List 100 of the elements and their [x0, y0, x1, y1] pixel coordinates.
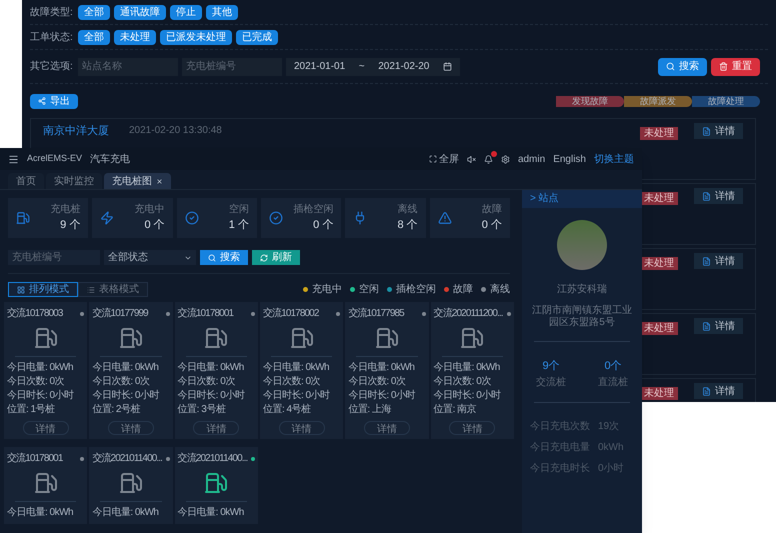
charger-title: 交流10178001	[7, 453, 62, 465]
detail-button[interactable]: 详情	[22, 421, 69, 435]
charger-stat: 今日时长: 0小时	[263, 389, 331, 403]
filter-chip[interactable]: 全部	[78, 4, 110, 20]
grid-icon	[17, 286, 25, 294]
fullscreen-button[interactable]: 全屏	[428, 152, 459, 166]
filter-chip[interactable]: 停止	[170, 4, 202, 20]
detail-button[interactable]: 详情	[694, 318, 743, 334]
refresh-button[interactable]: 刷新	[252, 250, 300, 265]
filter-label: 故障类型:	[30, 6, 74, 20]
charger-title: 交流2021011400...	[178, 453, 248, 465]
today-label: 今日充电时长	[530, 462, 590, 476]
filter-chip[interactable]: 通讯故障	[114, 4, 166, 20]
charger-stat: 今日电量: 0kWh	[178, 361, 245, 375]
panel-header: > 站点	[522, 190, 642, 208]
status-select[interactable]: 全部状态	[104, 250, 196, 265]
legend-label: 插枪空闲	[396, 282, 436, 297]
site-address: 江阴市南闸镇东盟工业园区东盟路5号	[531, 305, 633, 329]
pile-field[interactable]: 充电桩编号	[182, 58, 282, 76]
record-time: 2021-02-20 13:30:48	[129, 124, 222, 138]
status-badge: 未处理	[640, 387, 678, 400]
charging-pile-icon	[290, 326, 314, 350]
language-link[interactable]: English	[553, 152, 586, 166]
process-step: 故障派发	[624, 96, 692, 106]
pile-search-field[interactable]: 充电桩编号	[8, 250, 100, 265]
settings-icon[interactable]	[500, 154, 510, 164]
detail-button[interactable]: 详情	[694, 253, 743, 269]
detail-button[interactable]: 详情	[449, 421, 496, 435]
filter-chip[interactable]: 已完成	[236, 30, 278, 44]
share-icon	[38, 97, 46, 105]
app-title: AcrelEMS-EV	[27, 152, 82, 166]
process-step: 发现故障	[556, 96, 624, 106]
detail-button[interactable]: 详情	[694, 383, 743, 399]
charger-stat: 今日次数: 0次	[92, 375, 150, 389]
charger-stat: 今日时长: 0小时	[178, 389, 246, 403]
status-badge: 未处理	[640, 257, 678, 270]
charger-stat: 今日时长: 0小时	[7, 389, 75, 403]
search-button[interactable]: 搜索	[200, 250, 248, 265]
status-badge: 未处理	[640, 127, 678, 140]
station-field[interactable]: 站点名称	[78, 58, 178, 76]
stat-label: 离线	[398, 202, 418, 218]
charging-pile-icon	[34, 471, 58, 495]
module-title: 汽车充电	[90, 152, 130, 166]
date-range-field[interactable]: 2021-01-01 ~ 2021-02-20	[286, 58, 460, 76]
detail-button[interactable]: 详情	[694, 123, 743, 139]
detail-button[interactable]: 详情	[694, 188, 743, 204]
search-button[interactable]: 搜索	[658, 58, 707, 76]
today-value: 19次	[598, 420, 620, 434]
filter-chip[interactable]: 已派发未处理	[160, 30, 232, 44]
stat-value: 9 个	[60, 218, 80, 234]
charger-title: 交流10178003	[7, 308, 62, 320]
charging-pile-icon	[118, 326, 143, 350]
document-icon	[702, 126, 711, 136]
detail-button[interactable]: 详情	[108, 421, 154, 435]
mute-icon[interactable]	[466, 154, 476, 164]
charger-stat: 今日次数: 0次	[178, 375, 236, 389]
charger-stat: 今日电量: 0kWh	[434, 361, 501, 375]
detail-button[interactable]: 详情	[278, 421, 325, 435]
charger-title: 交流10178002	[263, 308, 318, 320]
pile-icon	[16, 211, 30, 225]
count-value: 9个	[542, 359, 560, 374]
stat-value: 8 个	[397, 218, 418, 234]
view-mode-tab[interactable]: 排列模式	[8, 282, 78, 297]
page-tab[interactable]: 实时监控	[46, 173, 102, 189]
filter-chip[interactable]: 未处理	[114, 30, 156, 44]
filter-chip[interactable]: 其他	[206, 4, 238, 20]
charger-title: 交流10177985	[348, 308, 404, 320]
count-label: 交流桩	[536, 376, 566, 390]
charger-stat: 位置: 4号桩	[263, 403, 312, 417]
user-name[interactable]: admin	[518, 152, 546, 166]
close-icon[interactable]	[156, 178, 163, 184]
bell-icon[interactable]	[484, 154, 493, 164]
detail-button[interactable]: 详情	[193, 421, 240, 435]
legend-label: 故障	[453, 282, 473, 297]
filter-chip[interactable]: 全部	[78, 30, 110, 44]
today-label: 今日充电次数	[530, 420, 590, 434]
list-icon	[87, 286, 95, 294]
today-label: 今日充电电量	[530, 440, 590, 454]
theme-link[interactable]: 切换主题	[594, 152, 634, 166]
charger-stat: 今日电量: 0kWh	[92, 361, 160, 375]
view-mode-tab[interactable]: 表格模式	[78, 282, 148, 297]
charger-stat: 今日次数: 0次	[7, 375, 66, 389]
station-link[interactable]: 南京中洋大厦	[43, 123, 109, 140]
bolt-icon	[100, 211, 114, 225]
page-tab[interactable]: 首页	[8, 173, 44, 189]
menu-icon[interactable]	[8, 154, 19, 164]
page-tab[interactable]: 充电桩图	[104, 173, 171, 189]
charger-stat: 今日时长: 0小时	[348, 389, 416, 403]
count-label: 直流桩	[598, 376, 628, 390]
charger-stat: 位置: 1号桩	[7, 403, 56, 417]
charger-stat: 今日次数: 0次	[348, 375, 406, 389]
refresh-icon	[260, 254, 268, 262]
charger-stat: 今日次数: 0次	[434, 375, 492, 389]
reset-button[interactable]: 重置	[711, 58, 760, 76]
charger-stat: 今日电量: 0kWh	[7, 361, 74, 375]
site-name: 江苏安科瑞	[557, 282, 607, 297]
detail-button[interactable]: 详情	[364, 421, 410, 435]
export-button[interactable]: 导出	[30, 94, 78, 108]
charger-stat: 今日次数: 0次	[263, 375, 322, 389]
warning-icon	[438, 211, 452, 225]
